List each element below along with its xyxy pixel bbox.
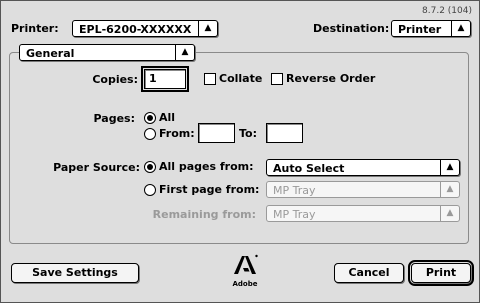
destination-value: Printer [398,23,442,36]
first-page-value: MP Tray [273,184,316,197]
pages-label: Pages: [93,112,135,125]
pages-from-field[interactable] [198,123,235,143]
destination-label: Destination: [313,22,390,35]
pages-all-label: All [159,111,176,124]
printer-popup[interactable]: EPL-6200-XXXXXX ▲︎ [72,20,218,37]
printer-value: EPL-6200-XXXXXX [79,23,192,36]
pages-from-label: From: [159,127,195,140]
chevron-updown-icon: ▲︎ [440,206,459,221]
reverse-order-label: Reverse Order [286,72,376,85]
collate-label: Collate [219,72,263,85]
first-page-label: First page from: [159,183,260,196]
pages-to-label: To: [239,127,257,140]
chevron-updown-icon: ▲︎ [440,182,459,197]
all-pages-popup[interactable]: Auto Select ▲︎ [266,159,460,176]
adobe-a-icon [234,254,258,274]
chevron-updown-icon: ▲︎ [440,160,459,175]
pages-all-radio[interactable] [144,112,156,124]
cancel-button[interactable]: Cancel [334,263,404,283]
reverse-order-checkbox[interactable] [271,73,283,85]
save-settings-button[interactable]: Save Settings [11,263,139,283]
copies-label: Copies: [92,73,138,86]
chevron-updown-icon: ▲︎ [451,21,470,36]
panel-popup[interactable]: General ▲︎ [19,44,195,61]
printer-label: Printer: [11,22,59,35]
version-label: 8.7.2 (104) [422,6,472,16]
all-pages-radio[interactable] [144,161,156,173]
all-pages-value: Auto Select [273,162,345,175]
first-page-popup[interactable]: MP Tray ▲︎ [266,181,460,198]
pages-to-field[interactable] [266,123,303,143]
adobe-logo-icon: Adobe [232,254,258,288]
chevron-updown-icon: ▲︎ [175,45,194,60]
copies-field[interactable]: 1 [141,66,189,92]
remaining-label: Remaining from: [152,208,256,221]
destination-popup[interactable]: Printer ▲︎ [391,20,471,37]
print-dialog: 8.7.2 (104) Printer: EPL-6200-XXXXXX ▲︎ … [0,0,480,303]
adobe-logo-text: Adobe [232,280,258,288]
first-page-radio[interactable] [144,184,156,196]
paper-source-label: Paper Source: [53,161,140,174]
chevron-updown-icon: ▲︎ [198,21,217,36]
remaining-value: MP Tray [273,208,316,221]
collate-checkbox[interactable] [204,73,216,85]
panel-value: General [26,47,75,60]
remaining-popup[interactable]: MP Tray ▲︎ [266,205,460,222]
pages-from-radio[interactable] [144,128,156,140]
all-pages-label: All pages from: [159,160,254,173]
print-button[interactable]: Print [408,260,474,286]
